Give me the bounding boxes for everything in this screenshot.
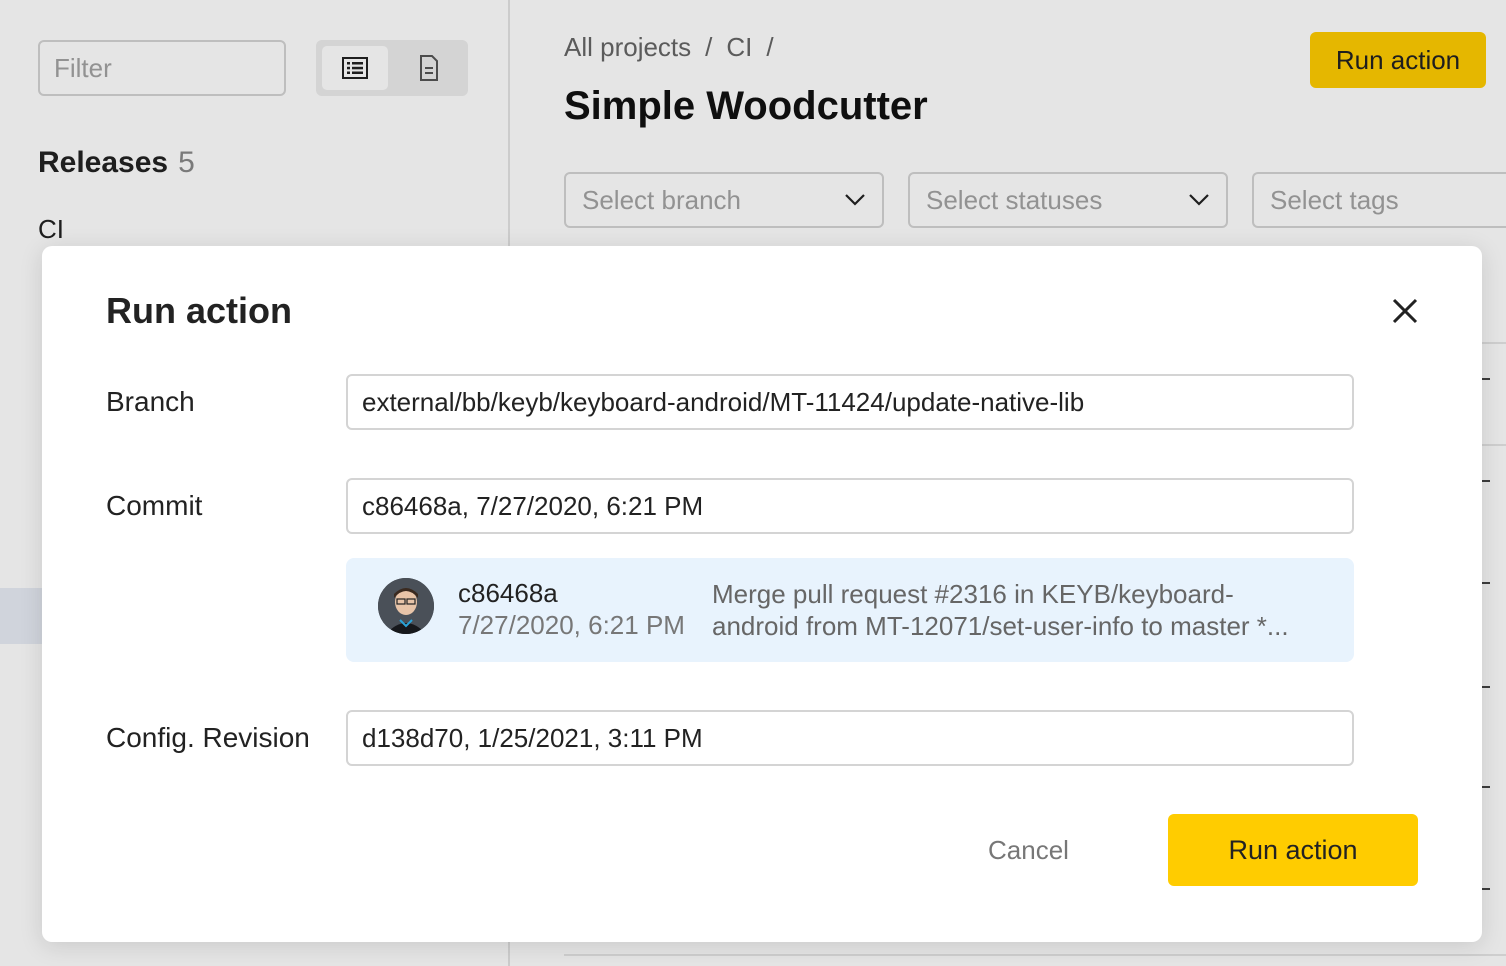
dialog-title: Run action bbox=[106, 290, 292, 331]
run-action-button[interactable]: Run action bbox=[1168, 814, 1418, 886]
close-button[interactable] bbox=[1388, 294, 1422, 328]
close-icon bbox=[1392, 298, 1418, 324]
branch-label: Branch bbox=[106, 386, 195, 417]
commit-hash: c86468a bbox=[458, 578, 558, 608]
commit-label: Commit bbox=[106, 490, 203, 521]
cancel-button[interactable]: Cancel bbox=[964, 814, 1093, 886]
commit-date: 7/27/2020, 6:21 PM bbox=[458, 610, 685, 640]
config-revision-field[interactable] bbox=[346, 710, 1354, 766]
avatar bbox=[378, 578, 434, 634]
commit-field[interactable] bbox=[346, 478, 1354, 534]
commit-preview-card: c86468a 7/27/2020, 6:21 PM Merge pull re… bbox=[346, 558, 1354, 662]
run-action-dialog: Run action Branch Commit c86468a 7/27/20… bbox=[42, 246, 1482, 942]
branch-field[interactable] bbox=[346, 374, 1354, 430]
config-revision-label: Config. Revision bbox=[106, 722, 310, 753]
commit-message: Merge pull request #2316 in KEYB/keyboar… bbox=[712, 579, 1289, 641]
